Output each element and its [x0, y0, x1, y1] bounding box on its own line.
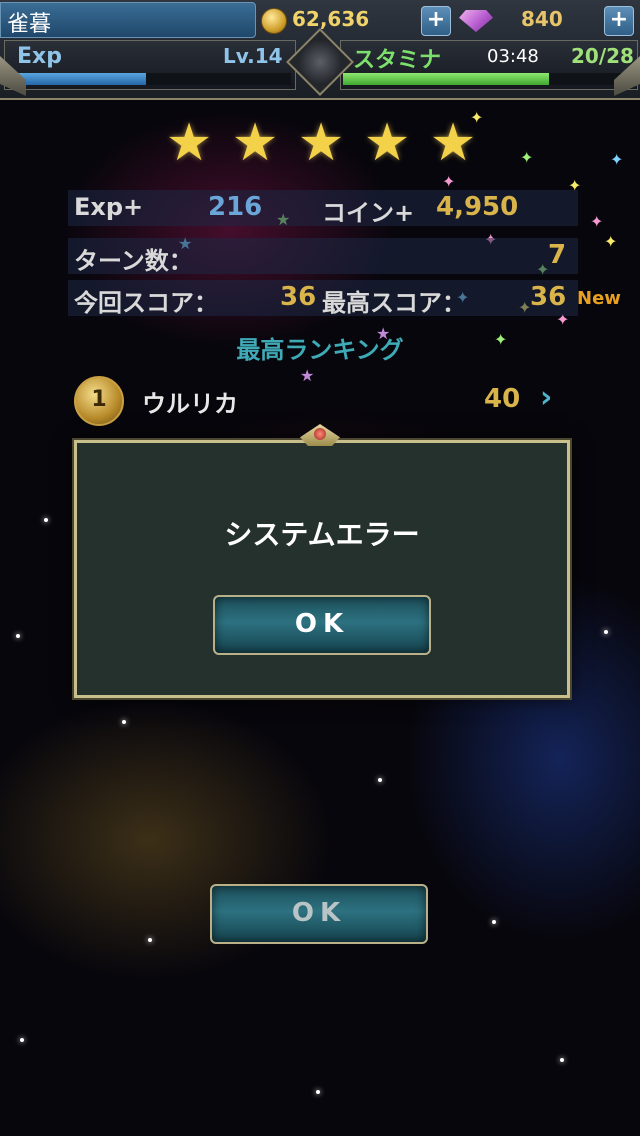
new-record-badge: New [577, 288, 621, 309]
first-place-medal-icon: 1 [74, 376, 124, 426]
exp-bar-fill [7, 73, 147, 85]
dialog-message: システムエラー [224, 518, 420, 551]
gem-count: 840 [521, 7, 563, 31]
top-hud: 雀暮 62,636 + 840 + Exp Lv.14 スタミナ 03:48 2… [0, 0, 640, 100]
coin-icon [261, 8, 287, 34]
score-value: 36 [280, 282, 317, 312]
turns-value: 7 [548, 240, 567, 270]
rating-star-icon: ★ [165, 113, 213, 173]
result-ok-button[interactable]: OK [210, 884, 428, 944]
rating-star-icon: ★ [231, 113, 279, 173]
exp-panel: Exp Lv.14 [4, 40, 296, 90]
stamina-bar [343, 73, 633, 85]
ranking-score: 40 [484, 384, 521, 414]
sparkle: ✦ [610, 150, 624, 169]
turns-label: ターン数： [74, 247, 193, 275]
rating-star-icon: ★ [429, 113, 477, 173]
chevron-right-icon[interactable]: › [540, 380, 552, 415]
sparkle [148, 938, 152, 942]
rating-star-icon: ★ [363, 113, 411, 173]
sparkle [492, 920, 496, 924]
player-name: 雀暮 [7, 12, 52, 37]
exp-label: Exp [17, 44, 62, 69]
stamina-count: 20/28 [571, 44, 634, 68]
sparkle: ✦ [590, 212, 604, 231]
ranking-player-name: ウルリカ [142, 390, 238, 418]
sparkle [560, 1058, 564, 1062]
score-label: 今回スコア： [74, 289, 218, 317]
coin-gain-value: 4,950 [436, 192, 519, 222]
sparkle: ✦ [442, 172, 456, 191]
coin-count: 62,636 [292, 7, 370, 31]
error-dialog: システムエラー OK [74, 440, 570, 698]
best-score-label: 最高スコア： [322, 289, 466, 317]
sparkle: ✦ [604, 232, 618, 251]
score-row: 今回スコア： 36 最高スコア： 36 New [68, 280, 621, 317]
dialog-gem-icon [314, 428, 326, 440]
add-coins-button[interactable]: + [421, 6, 451, 36]
sparkle [20, 1038, 24, 1042]
sparkle [378, 778, 382, 782]
exp-gain-value: 216 [208, 192, 263, 222]
sparkle: ★ [300, 366, 315, 385]
stamina-label: スタミナ [353, 48, 442, 73]
sparkle [44, 518, 48, 522]
dialog-ok-button[interactable]: OK [213, 595, 431, 655]
sparkle [122, 720, 126, 724]
level-label: Lv.14 [223, 44, 283, 68]
stamina-timer: 03:48 [487, 46, 539, 67]
best-score-value: 36 [530, 282, 567, 312]
sparkle [16, 634, 20, 638]
rating-star-icon: ★ [297, 113, 345, 173]
gem-icon [459, 10, 493, 32]
turns-row: ターン数： 7 [68, 238, 578, 275]
exp-gain-label: Exp+ [74, 193, 144, 221]
sparkle [604, 630, 608, 634]
stamina-panel: スタミナ 03:48 20/28 [340, 40, 638, 90]
add-gems-button[interactable]: + [604, 6, 634, 36]
player-name-box[interactable]: 雀暮 [0, 2, 256, 38]
reward-row: Exp+ 216 コイン+ 4,950 [68, 190, 578, 227]
ranking-title: 最高ランキング [236, 336, 404, 364]
sparkle [316, 1090, 320, 1094]
stamina-bar-fill [343, 73, 549, 85]
sparkle: ✦ [520, 148, 534, 167]
exp-bar [7, 73, 291, 85]
coin-gain-label: コイン+ [322, 199, 415, 227]
